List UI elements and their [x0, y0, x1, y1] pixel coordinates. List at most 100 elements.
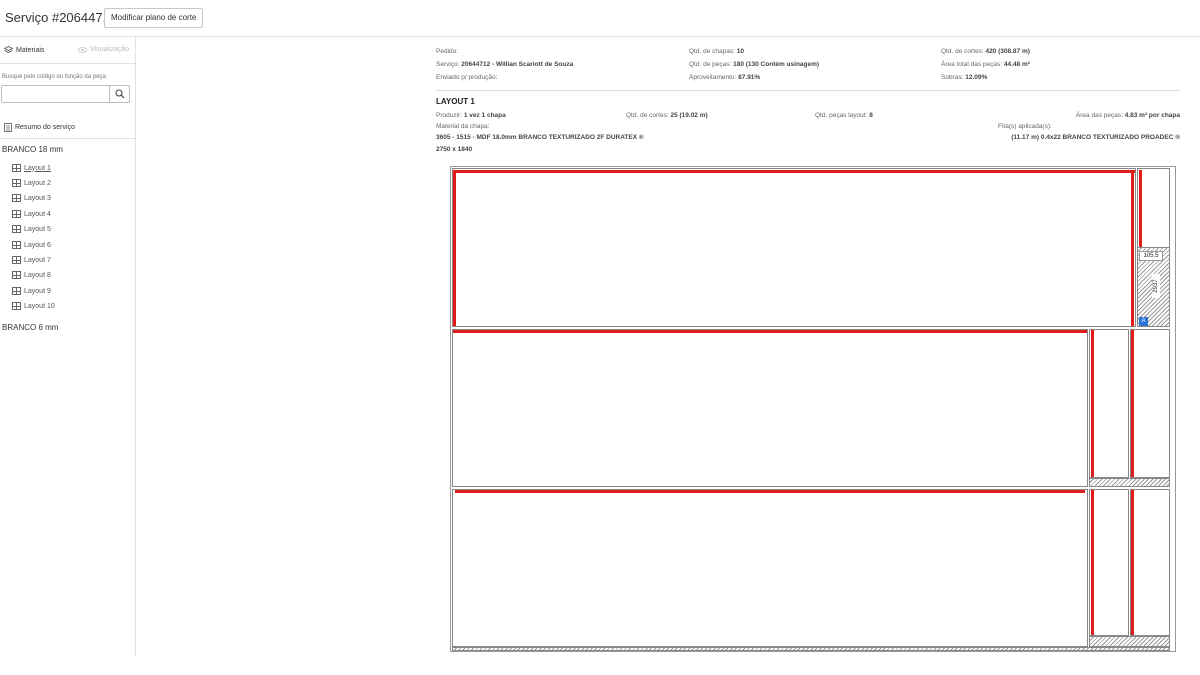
piece-7[interactable]: [1089, 489, 1129, 636]
enviado-label: Enviado p/ produção:: [436, 74, 498, 81]
info-area-total: Área total das peças: 44.48 m²: [941, 61, 1030, 68]
servico-value: 20644712 - Willian Scariott de Souza: [461, 61, 574, 68]
layout-item-7[interactable]: Layout 7: [12, 256, 51, 264]
layout-grid-icon: [12, 210, 21, 218]
piece-1[interactable]: [452, 168, 1136, 327]
layout-grid-icon: [12, 179, 21, 187]
layout-item-label: Layout 6: [24, 241, 51, 249]
layout-item-label: Layout 4: [24, 210, 51, 218]
produzir-label: Produzir:: [436, 112, 463, 119]
layout-item-10[interactable]: Layout 10: [12, 302, 55, 310]
layout-item-4[interactable]: Layout 4: [12, 210, 51, 218]
dimension-height: 2937: [1152, 274, 1160, 298]
search-input[interactable]: [2, 86, 109, 102]
cutting-sheet[interactable]: 105.5 2937 A: [450, 166, 1176, 652]
layout-grid-icon: [12, 225, 21, 233]
modify-cut-plan-button[interactable]: Modificar plano de corte: [104, 8, 204, 28]
layout-title: LAYOUT 1: [436, 97, 475, 106]
layout-item-label: Layout 9: [24, 287, 51, 295]
piece-8[interactable]: [1130, 489, 1170, 636]
info-aproveitamento: Aproveitamento: 87.91%: [689, 74, 760, 81]
list-icon: [4, 123, 12, 132]
tab-view[interactable]: Visualização: [78, 46, 129, 53]
piece-3[interactable]: [452, 329, 1088, 487]
layout-grid-icon: [12, 287, 21, 295]
area-total-label: Área total das peças:: [941, 61, 1003, 68]
search-button[interactable]: [109, 86, 129, 102]
pecas-label: Qtd. peças layout:: [815, 112, 868, 119]
piece-6[interactable]: [452, 489, 1088, 647]
piece-4[interactable]: [1089, 329, 1129, 478]
edge-band: [455, 490, 1085, 493]
layout-item-6[interactable]: Layout 6: [12, 241, 51, 249]
fita-label: Fita(s) aplicada(s):: [998, 123, 1052, 130]
layout-item-9[interactable]: Layout 9: [12, 287, 51, 295]
layout-item-1[interactable]: Layout 1: [12, 164, 51, 172]
sheet-size-text: 2750 x 1840: [436, 146, 473, 153]
material-group-branco-6[interactable]: BRANCO 6 mm: [2, 323, 58, 332]
layout-grid-icon: [12, 194, 21, 202]
layout-item-2[interactable]: Layout 2: [12, 179, 51, 187]
info-qtd-chapas: Qtd. de chapas: 10: [689, 48, 744, 55]
layout-grid-icon: [12, 256, 21, 264]
layout-pecas: Qtd. peças layout: 8: [815, 112, 873, 119]
position-marker[interactable]: A: [1139, 317, 1148, 326]
material-value: 3605 - 1515 - MDF 18.0mm BRANCO TEXTURIZ…: [436, 134, 644, 141]
top-bar: Serviço #20644712 Modificar plano de cor…: [0, 0, 1200, 37]
info-servico: Serviço: 20644712 - Willian Scariott de …: [436, 61, 573, 68]
produzir-value: 1 vez 1 chapa: [463, 112, 506, 119]
layout-grid-icon: [12, 241, 21, 249]
sobras-value: 12.09%: [965, 74, 988, 81]
layout-item-label: Layout 1: [24, 164, 51, 172]
layout-grid-icon: [12, 271, 21, 279]
layout-item-label: Layout 2: [24, 179, 51, 187]
layers-icon: [4, 46, 13, 53]
pedido-label: Pedido:: [436, 48, 459, 55]
scrap-area: [1089, 636, 1170, 647]
area-total-value: 44.48 m²: [1003, 61, 1030, 68]
layout-item-5[interactable]: Layout 5: [12, 225, 51, 233]
edge-band: [1131, 330, 1134, 477]
edge-band: [1131, 170, 1134, 326]
edge-band: [453, 170, 1135, 173]
page-title: Serviço #20644712: [5, 10, 118, 25]
layout-item-label: Layout 3: [24, 194, 51, 202]
info-qtd-cortes: Qtd. de cortes: 420 (308.87 m): [941, 48, 1030, 55]
info-qtd-pecas: Qtd. de peças: 180 (130 Contém usinagem): [689, 61, 819, 68]
qtd-cortes-label: Qtd. de cortes:: [941, 48, 984, 55]
layout-item-8[interactable]: Layout 8: [12, 271, 51, 279]
info-pedido: Pedido:: [436, 48, 458, 55]
material-value-text: 3605 - 1515 - MDF 18.0mm BRANCO TEXTURIZ…: [436, 134, 644, 141]
layout-item-label: Layout 7: [24, 256, 51, 264]
layout-grid-icon: [12, 164, 21, 172]
piece-5[interactable]: [1130, 329, 1170, 478]
edge-band: [1091, 490, 1094, 635]
service-summary-label: Resumo do serviço: [15, 124, 75, 131]
layout-item-label: Layout 8: [24, 271, 51, 279]
edge-band: [1091, 330, 1094, 477]
edge-band: [453, 330, 1087, 333]
layout-item-label: Layout 5: [24, 225, 51, 233]
material-label: Material da chapa:: [436, 123, 490, 130]
tab-materials-label: Materiais: [16, 46, 45, 54]
edge-band: [1131, 490, 1134, 635]
area-value: 4.83 m² por chapa: [1124, 112, 1180, 119]
eye-icon: [78, 46, 87, 53]
area-label: Área das peças:: [1075, 112, 1123, 119]
layout-item-label: Layout 10: [24, 302, 55, 310]
tab-view-label: Visualização: [90, 46, 130, 53]
qtd-pecas-label: Qtd. de peças:: [689, 61, 732, 68]
tab-materials[interactable]: Materiais: [4, 46, 44, 54]
sobras-label: Sobras:: [941, 74, 964, 81]
material-group-branco-18[interactable]: BRANCO 18 mm: [2, 145, 63, 154]
edge-band: [453, 170, 456, 326]
qtd-cortes-value: 420 (308.87 m): [985, 48, 1030, 55]
qtd-pecas-value: 180 (130 Contém usinagem): [733, 61, 820, 68]
service-summary-link[interactable]: Resumo do serviço: [4, 123, 75, 132]
info-enviado: Enviado p/ produção:: [436, 74, 497, 81]
layout-produzir: Produzir: 1 vez 1 chapa: [436, 112, 506, 119]
cortes-value: 25 (19.02 m): [670, 112, 708, 119]
aproveitamento-value: 87.91%: [738, 74, 761, 81]
layout-grid-icon: [12, 302, 21, 310]
layout-item-3[interactable]: Layout 3: [12, 194, 51, 202]
